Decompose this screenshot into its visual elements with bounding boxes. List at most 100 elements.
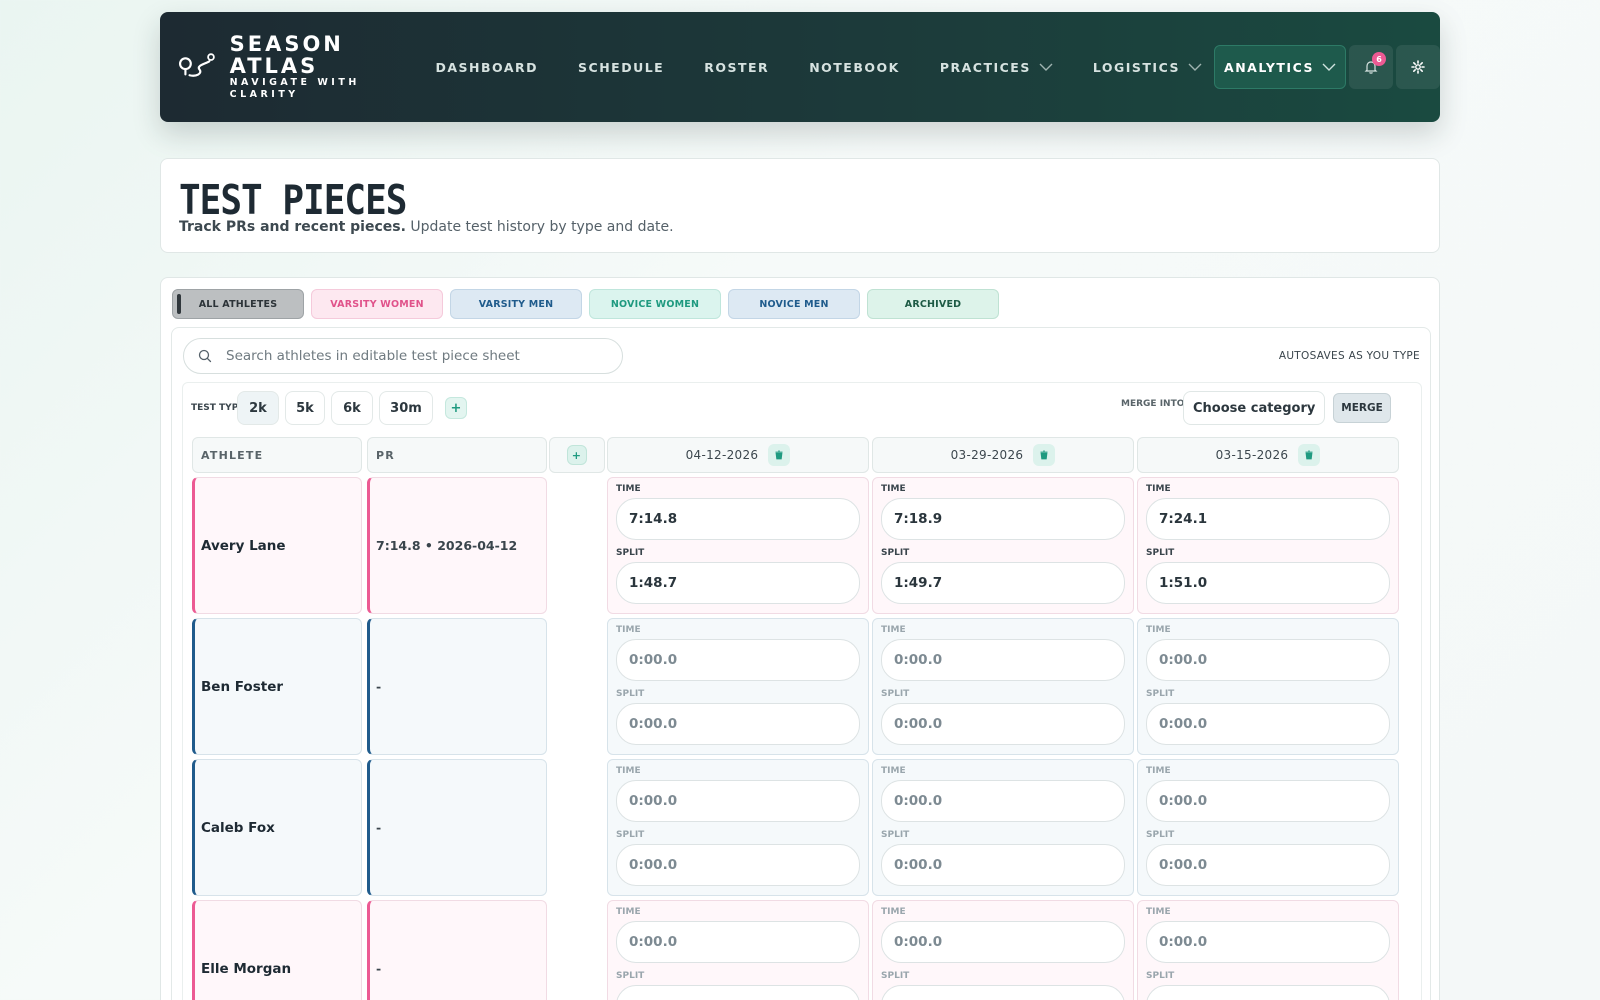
time-label: TIME bbox=[881, 484, 906, 494]
search-input[interactable] bbox=[226, 348, 606, 364]
test-entry-cell: TIME 7:14.8 SPLIT 1:48.7 bbox=[607, 477, 869, 614]
column-header-date: 03-29-2026 bbox=[872, 437, 1134, 473]
delete-column-button[interactable] bbox=[1298, 444, 1321, 466]
test-pieces-card: ALL ATHLETES VARSITY WOMEN VARSITY MEN N… bbox=[160, 277, 1440, 1000]
date-label[interactable]: 04-12-2026 bbox=[686, 448, 759, 462]
test-entry-cell: TIME 7:18.9 SPLIT 1:49.7 bbox=[872, 477, 1134, 614]
athlete-name-cell[interactable]: Ben Foster bbox=[192, 618, 362, 755]
pr-cell: - bbox=[367, 900, 547, 1000]
split-input[interactable]: 0:00.0 bbox=[616, 703, 860, 745]
page-title: TEST PIECES bbox=[179, 177, 407, 225]
nav-roster[interactable]: ROSTER bbox=[704, 60, 769, 75]
chevron-down-icon bbox=[1322, 63, 1336, 71]
time-label: TIME bbox=[616, 484, 641, 494]
time-input[interactable]: 0:00.0 bbox=[1146, 921, 1390, 963]
autosave-status: AUTOSAVES AS YOU TYPE bbox=[1278, 350, 1420, 362]
athlete-search[interactable] bbox=[183, 338, 623, 374]
page-header-card: TEST PIECES Track PRs and recent pieces.… bbox=[160, 158, 1440, 253]
athlete-filter-tabs: ALL ATHLETES VARSITY WOMEN VARSITY MEN N… bbox=[172, 289, 1006, 319]
time-input[interactable]: 0:00.0 bbox=[616, 780, 860, 822]
filter-all-athletes[interactable]: ALL ATHLETES bbox=[172, 289, 304, 319]
split-input[interactable]: 0:00.0 bbox=[616, 985, 860, 1000]
time-input[interactable]: 7:24.1 bbox=[1146, 498, 1390, 540]
delete-column-button[interactable] bbox=[768, 444, 791, 466]
test-type-5k[interactable]: 5k bbox=[285, 391, 325, 425]
column-header-pr: PR bbox=[367, 437, 547, 473]
test-type-30m[interactable]: 30m bbox=[379, 391, 433, 425]
test-type-6k[interactable]: 6k bbox=[331, 391, 373, 425]
nav-practices[interactable]: PRACTICES bbox=[940, 60, 1053, 75]
filter-novice-women[interactable]: NOVICE WOMEN bbox=[589, 289, 721, 319]
add-test-type-button[interactable]: + bbox=[445, 397, 467, 419]
time-input[interactable]: 7:18.9 bbox=[881, 498, 1125, 540]
time-label: TIME bbox=[1146, 907, 1171, 917]
nav-logistics[interactable]: LOGISTICS bbox=[1093, 60, 1202, 75]
time-label: TIME bbox=[1146, 625, 1171, 635]
nav-label: PRACTICES bbox=[939, 59, 1031, 75]
time-label: TIME bbox=[881, 907, 906, 917]
split-input[interactable]: 0:00.0 bbox=[1146, 844, 1390, 886]
time-input[interactable]: 7:14.8 bbox=[616, 498, 860, 540]
nav-label: LOGISTICS bbox=[1092, 59, 1180, 75]
nav-label: DASHBOARD bbox=[435, 59, 539, 75]
column-header-athlete: ATHLETE bbox=[192, 437, 362, 473]
split-input[interactable]: 1:49.7 bbox=[881, 562, 1125, 604]
delete-column-button[interactable] bbox=[1033, 444, 1056, 466]
time-input[interactable]: 0:00.0 bbox=[881, 780, 1125, 822]
split-input[interactable]: 0:00.0 bbox=[616, 844, 860, 886]
top-navigation-bar: SEASON ATLAS NAVIGATE WITH CLARITY DASHB… bbox=[160, 12, 1440, 122]
merge-button[interactable]: MERGE bbox=[1333, 393, 1391, 423]
brand-title: SEASON ATLAS bbox=[229, 32, 344, 78]
split-label: SPLIT bbox=[1146, 689, 1175, 699]
date-label[interactable]: 03-15-2026 bbox=[1216, 448, 1289, 462]
athlete-name-cell[interactable]: Elle Morgan bbox=[192, 900, 362, 1000]
merge-into-label: MERGE INTO bbox=[1121, 399, 1185, 409]
page-subtitle: Track PRs and recent pieces. Update test… bbox=[179, 219, 674, 235]
brand-logo[interactable]: SEASON ATLAS NAVIGATE WITH CLARITY bbox=[178, 33, 406, 101]
gear-icon bbox=[1411, 60, 1425, 74]
test-grid: TEST TYPE 2k 5k 6k 30m + MERGE INTO Choo… bbox=[182, 382, 1422, 1000]
time-input[interactable]: 0:00.0 bbox=[1146, 780, 1390, 822]
athlete-name-cell[interactable]: Avery Lane bbox=[192, 477, 362, 614]
test-entry-cell: TIME 7:24.1 SPLIT 1:51.0 bbox=[1137, 477, 1399, 614]
athlete-name-cell[interactable]: Caleb Fox bbox=[192, 759, 362, 896]
time-input[interactable]: 0:00.0 bbox=[616, 921, 860, 963]
nav-dashboard[interactable]: DASHBOARD bbox=[436, 60, 539, 75]
nav-schedule[interactable]: SCHEDULE bbox=[578, 60, 664, 75]
pr-cell: 7:14.8 • 2026-04-12 bbox=[367, 477, 547, 614]
filter-varsity-men[interactable]: VARSITY MEN bbox=[450, 289, 582, 319]
split-input[interactable]: 0:00.0 bbox=[1146, 703, 1390, 745]
time-input[interactable]: 0:00.0 bbox=[616, 639, 860, 681]
test-entry-cell: TIME 0:00.0 SPLIT 0:00.0 bbox=[607, 759, 869, 896]
add-date-column-button[interactable]: + bbox=[567, 445, 587, 465]
nav-analytics[interactable]: ANALYTICS bbox=[1214, 45, 1346, 89]
split-input[interactable]: 0:00.0 bbox=[881, 844, 1125, 886]
time-input[interactable]: 0:00.0 bbox=[881, 921, 1125, 963]
split-input[interactable]: 0:00.0 bbox=[881, 985, 1125, 1000]
column-header-date: 04-12-2026 bbox=[607, 437, 869, 473]
filter-novice-men[interactable]: NOVICE MEN bbox=[728, 289, 860, 319]
filter-varsity-women[interactable]: VARSITY WOMEN bbox=[311, 289, 443, 319]
time-input[interactable]: 0:00.0 bbox=[881, 639, 1125, 681]
header-label: PR bbox=[376, 448, 395, 462]
date-label[interactable]: 03-29-2026 bbox=[951, 448, 1024, 462]
time-label: TIME bbox=[616, 766, 641, 776]
time-label: TIME bbox=[616, 907, 641, 917]
route-pin-icon bbox=[178, 53, 215, 77]
nav-notebook[interactable]: NOTEBOOK bbox=[809, 60, 900, 75]
merge-category-select[interactable]: Choose category bbox=[1183, 391, 1325, 425]
split-input[interactable]: 1:48.7 bbox=[616, 562, 860, 604]
time-label: TIME bbox=[881, 625, 906, 635]
test-entry-cell: TIME 0:00.0 SPLIT 0:00.0 bbox=[607, 618, 869, 755]
trash-icon bbox=[1040, 450, 1048, 460]
split-label: SPLIT bbox=[881, 548, 910, 558]
time-input[interactable]: 0:00.0 bbox=[1146, 639, 1390, 681]
split-input[interactable]: 0:00.0 bbox=[881, 703, 1125, 745]
settings-button[interactable] bbox=[1396, 45, 1440, 89]
filter-archived[interactable]: ARCHIVED bbox=[867, 289, 999, 319]
split-input[interactable]: 1:51.0 bbox=[1146, 562, 1390, 604]
test-type-2k[interactable]: 2k bbox=[237, 391, 279, 425]
nav-label: ANALYTICS bbox=[1224, 59, 1314, 75]
split-input[interactable]: 0:00.0 bbox=[1146, 985, 1390, 1000]
notifications-button[interactable]: 6 bbox=[1349, 45, 1393, 89]
